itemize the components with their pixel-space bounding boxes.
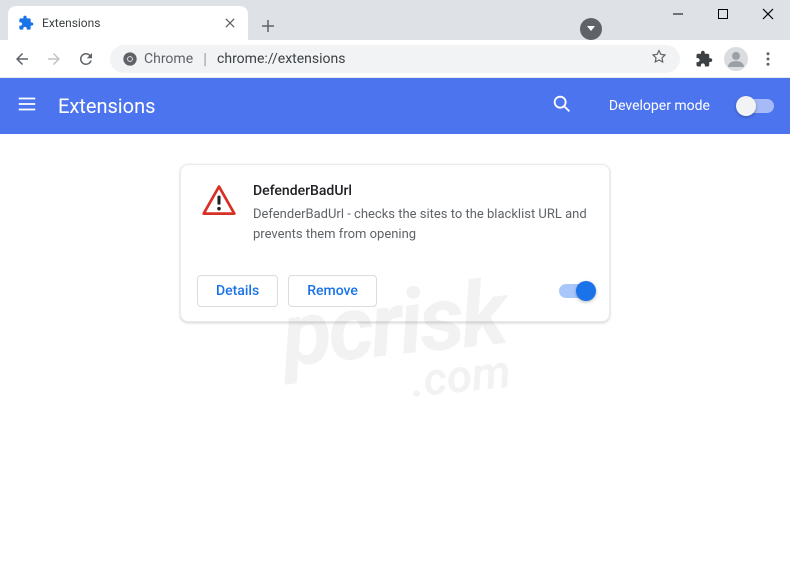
developer-mode-toggle[interactable]: [738, 99, 774, 113]
page-title: Extensions: [58, 94, 531, 118]
site-chip: Chrome: [122, 51, 193, 67]
details-button[interactable]: Details: [197, 275, 278, 307]
puzzle-icon: [18, 15, 34, 31]
tab-title: Extensions: [42, 16, 214, 30]
minimize-button[interactable]: [655, 0, 700, 28]
content-area: DefenderBadUrl DefenderBadUrl - checks t…: [0, 134, 790, 578]
menu-button[interactable]: [754, 45, 782, 73]
remove-button[interactable]: Remove: [288, 275, 377, 307]
avatar: [724, 47, 748, 71]
separator: |: [203, 49, 207, 68]
developer-mode-label: Developer mode: [609, 98, 710, 114]
extension-name: DefenderBadUrl: [253, 183, 589, 199]
extension-card: DefenderBadUrl DefenderBadUrl - checks t…: [180, 164, 610, 322]
hamburger-icon[interactable]: [16, 93, 38, 119]
extension-description: DefenderBadUrl - checks the sites to the…: [253, 205, 589, 244]
forward-button[interactable]: [40, 45, 68, 73]
close-tab-button[interactable]: [222, 15, 238, 31]
maximize-button[interactable]: [700, 0, 745, 28]
browser-toolbar: Chrome | chrome://extensions: [0, 40, 790, 78]
close-window-button[interactable]: [745, 0, 790, 28]
url-text: chrome://extensions: [217, 51, 345, 67]
profile-button[interactable]: [722, 45, 750, 73]
warning-icon: [201, 183, 237, 219]
address-bar[interactable]: Chrome | chrome://extensions: [110, 45, 680, 73]
search-icon[interactable]: [551, 93, 573, 119]
reload-button[interactable]: [72, 45, 100, 73]
site-chip-label: Chrome: [144, 51, 193, 67]
extension-enable-toggle[interactable]: [559, 284, 593, 298]
tab-search-button[interactable]: [580, 18, 602, 40]
browser-tab[interactable]: Extensions: [8, 6, 248, 40]
back-button[interactable]: [8, 45, 36, 73]
new-tab-button[interactable]: [254, 12, 282, 40]
extensions-header: Extensions Developer mode: [0, 78, 790, 134]
extensions-button[interactable]: [690, 45, 718, 73]
bookmark-button[interactable]: [650, 48, 668, 70]
window-controls: [655, 0, 790, 28]
chrome-icon: [122, 51, 138, 67]
